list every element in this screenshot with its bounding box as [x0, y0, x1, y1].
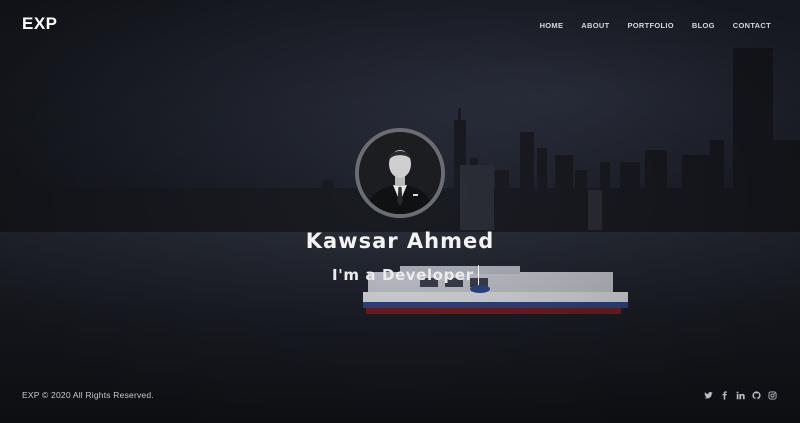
nav-portfolio[interactable]: PORTFOLIO [627, 21, 673, 30]
typing-cursor [477, 265, 480, 285]
site-header: EXP HOME ABOUT PORTFOLIO BLOG CONTACT [0, 0, 800, 50]
twitter-icon[interactable] [704, 391, 713, 400]
site-logo[interactable]: EXP [22, 14, 58, 34]
tagline-text: I'm a Developer [332, 266, 474, 284]
hero-name: Kawsar Ahmed [305, 229, 495, 253]
nav-blog[interactable]: BLOG [692, 21, 715, 30]
linkedin-icon[interactable] [736, 391, 745, 400]
nav-contact[interactable]: CONTACT [733, 21, 771, 30]
nav-home[interactable]: HOME [540, 21, 564, 30]
github-icon[interactable] [752, 391, 761, 400]
profile-photo [359, 132, 441, 214]
copyright-text: EXP © 2020 All Rights Reserved. [22, 390, 154, 400]
profile-avatar [355, 128, 445, 218]
social-links [704, 391, 777, 400]
hero-tagline: I'm a Developer [332, 265, 480, 285]
main-nav: HOME ABOUT PORTFOLIO BLOG CONTACT [540, 21, 771, 30]
nav-about[interactable]: ABOUT [581, 21, 609, 30]
facebook-icon[interactable] [720, 391, 729, 400]
instagram-icon[interactable] [768, 391, 777, 400]
